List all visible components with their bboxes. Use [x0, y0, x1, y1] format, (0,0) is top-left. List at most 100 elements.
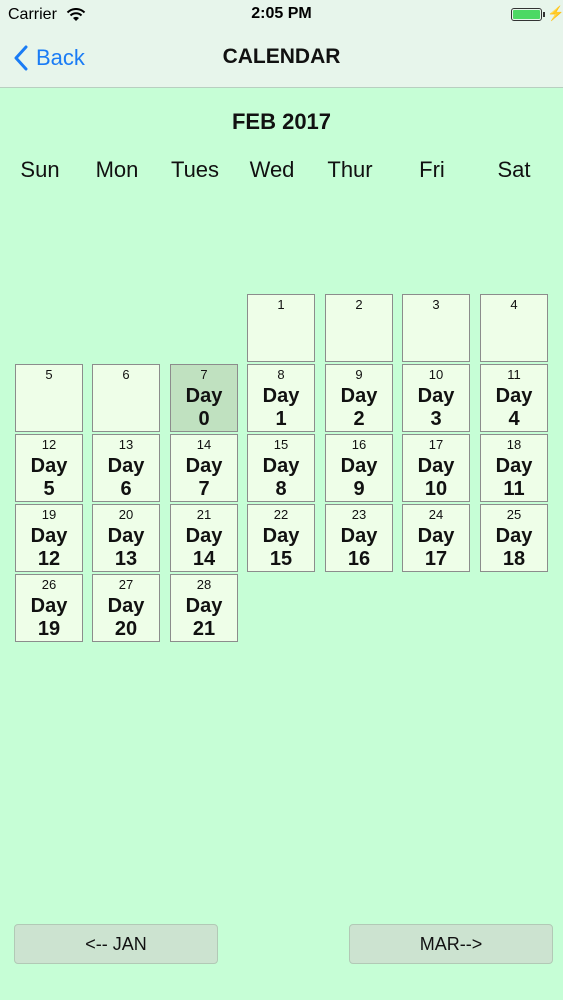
- day-label: Day: [340, 525, 378, 547]
- date-number: 21: [196, 507, 212, 522]
- next-month-button[interactable]: MAR-->: [349, 924, 553, 964]
- day-cell[interactable]: 12 Day 5: [15, 434, 83, 502]
- day-cell[interactable]: 1: [247, 294, 315, 362]
- day-label: Day: [417, 385, 455, 407]
- weekday-thur: Thur: [327, 157, 373, 182]
- day-count: 16: [347, 548, 371, 570]
- prev-month-button[interactable]: <-- JAN: [14, 924, 218, 964]
- day-count: 2: [353, 408, 365, 430]
- weekday-sun: Sun: [20, 157, 60, 182]
- day-cell[interactable]: 9 Day 2: [325, 364, 393, 432]
- day-cell[interactable]: 13 Day 6: [92, 434, 160, 502]
- date-number: 6: [122, 367, 130, 382]
- day-count: 1: [275, 408, 287, 430]
- date-number: 22: [273, 507, 289, 522]
- day-cell[interactable]: 17 Day 10: [402, 434, 470, 502]
- date-number: 13: [118, 437, 134, 452]
- day-cell[interactable]: 19 Day 12: [15, 504, 83, 572]
- date-number: 1: [277, 297, 285, 312]
- date-number: 3: [432, 297, 440, 312]
- weekday-fri: Fri: [419, 157, 445, 182]
- day-count: 9: [353, 478, 365, 500]
- day-count: 6: [120, 478, 132, 500]
- day-cell[interactable]: 27 Day 20: [92, 574, 160, 642]
- day-count: 14: [192, 548, 216, 570]
- day-count: 3: [430, 408, 442, 430]
- day-cell[interactable]: 5: [15, 364, 83, 432]
- day-cell[interactable]: 4: [480, 294, 548, 362]
- day-cell[interactable]: 20 Day 13: [92, 504, 160, 572]
- day-label: Day: [495, 385, 533, 407]
- day-cell[interactable]: 23 Day 16: [325, 504, 393, 572]
- date-number: 26: [41, 577, 57, 592]
- date-number: 9: [355, 367, 363, 382]
- day-cell[interactable]: 16 Day 9: [325, 434, 393, 502]
- date-number: 20: [118, 507, 134, 522]
- day-cell[interactable]: 24 Day 17: [402, 504, 470, 572]
- date-number: 28: [196, 577, 212, 592]
- day-cell[interactable]: 3: [402, 294, 470, 362]
- day-label: Day: [417, 525, 455, 547]
- clock: 2:05 PM: [251, 5, 312, 22]
- date-number: 27: [118, 577, 134, 592]
- day-cell[interactable]: 22 Day 15: [247, 504, 315, 572]
- date-number: 17: [428, 437, 444, 452]
- month-title: FEB 2017: [231, 109, 332, 134]
- day-cell[interactable]: 28 Day 21: [170, 574, 238, 642]
- day-label: Day: [262, 385, 300, 407]
- day-count: 17: [424, 548, 448, 570]
- day-count: 13: [114, 548, 138, 570]
- day-label: Day: [185, 525, 223, 547]
- day-cell[interactable]: 6: [92, 364, 160, 432]
- day-label: Day: [107, 455, 145, 477]
- day-label: Day: [107, 595, 145, 617]
- date-number: 15: [273, 437, 289, 452]
- date-number: 11: [507, 367, 521, 382]
- date-number: 18: [506, 437, 522, 452]
- date-number: 19: [41, 507, 57, 522]
- day-count: 21: [192, 618, 216, 640]
- status-bar: Carrier 2:05 PM ⚡: [0, 0, 563, 30]
- date-number: 2: [355, 297, 363, 312]
- date-number: 16: [351, 437, 367, 452]
- date-number: 23: [351, 507, 367, 522]
- day-count: 19: [37, 618, 61, 640]
- battery-icon: [511, 8, 542, 21]
- day-cell[interactable]: 2: [325, 294, 393, 362]
- battery-tip: [543, 12, 545, 17]
- day-cell[interactable]: 15 Day 8: [247, 434, 315, 502]
- day-count: 4: [508, 408, 520, 430]
- day-count: 12: [37, 548, 61, 570]
- day-label: Day: [262, 455, 300, 477]
- day-cell[interactable]: 7 Day 0: [170, 364, 238, 432]
- day-count: 10: [424, 478, 448, 500]
- day-label: Day: [340, 455, 378, 477]
- day-cell[interactable]: 14 Day 7: [170, 434, 238, 502]
- day-cell[interactable]: 21 Day 14: [170, 504, 238, 572]
- date-number: 24: [428, 507, 444, 522]
- day-count: 20: [114, 618, 138, 640]
- day-cell[interactable]: 11 Day 4: [480, 364, 548, 432]
- day-label: Day: [417, 455, 455, 477]
- day-label: Day: [495, 455, 533, 477]
- day-label: Day: [185, 385, 223, 407]
- day-count: 5: [43, 478, 55, 500]
- day-cell[interactable]: 18 Day 11: [480, 434, 548, 502]
- day-label: Day: [30, 595, 68, 617]
- weekday-tues: Tues: [170, 157, 220, 182]
- weekday-mon: Mon: [95, 157, 139, 182]
- date-number: 25: [506, 507, 522, 522]
- day-cell[interactable]: 8 Day 1: [247, 364, 315, 432]
- day-count: 0: [198, 408, 210, 430]
- nav-title: CALENDAR: [222, 45, 341, 68]
- day-cell[interactable]: 10 Day 3: [402, 364, 470, 432]
- day-label: Day: [185, 455, 223, 477]
- day-label: Day: [340, 385, 378, 407]
- day-cell[interactable]: 25 Day 18: [480, 504, 548, 572]
- navigation-bar: Back CALENDAR: [0, 30, 563, 88]
- day-count: 8: [275, 478, 287, 500]
- day-label: Day: [30, 525, 68, 547]
- date-number: 14: [196, 437, 212, 452]
- date-number: 8: [277, 367, 285, 382]
- day-cell[interactable]: 26 Day 19: [15, 574, 83, 642]
